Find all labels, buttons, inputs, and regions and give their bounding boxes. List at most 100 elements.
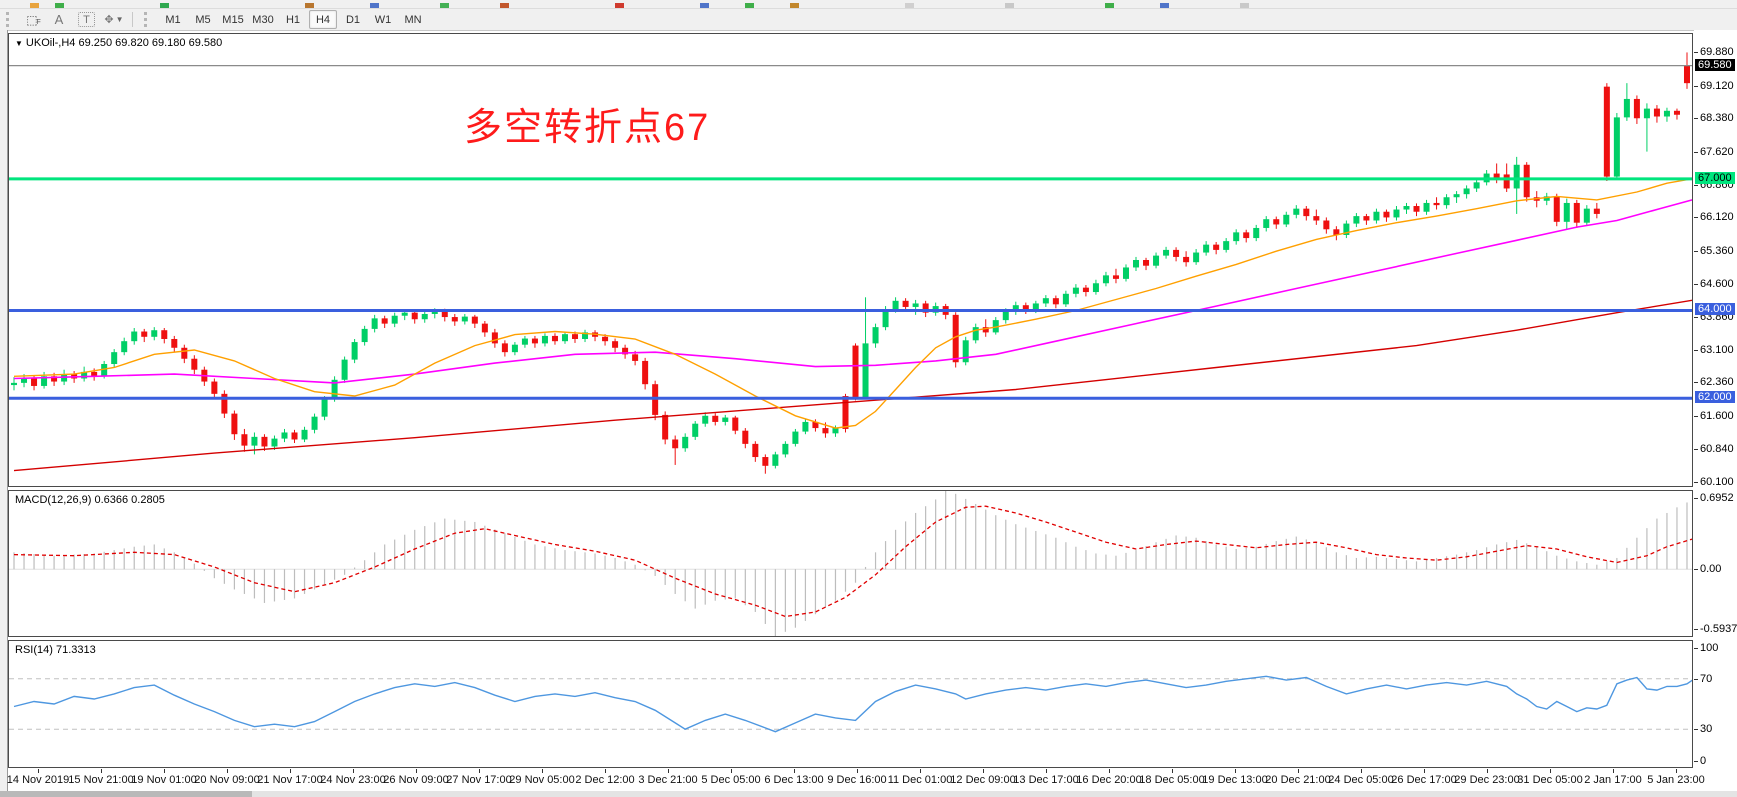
- time-label: 2 Jan 17:00: [1584, 774, 1642, 786]
- time-tick: [1676, 769, 1677, 773]
- axis-tick: [1694, 317, 1698, 318]
- price-tick-label: 61.600: [1700, 410, 1734, 422]
- time-tick: [731, 769, 732, 773]
- macd-chart-surface[interactable]: [9, 491, 1692, 636]
- toolbar-grip[interactable]: [6, 12, 16, 27]
- clipped-icon: [30, 3, 39, 8]
- axis-tick: [1694, 284, 1698, 285]
- toolbar-grip[interactable]: [144, 12, 154, 27]
- time-axis[interactable]: 14 Nov 201915 Nov 21:0019 Nov 01:0020 No…: [8, 769, 1693, 790]
- timeframe-button-h1[interactable]: H1: [279, 10, 307, 29]
- symbol-dropdown-icon[interactable]: ▼: [15, 39, 23, 48]
- axis-tick: [1694, 498, 1698, 499]
- time-label: 13 Dec 17:00: [1013, 774, 1078, 786]
- time-tick: [1109, 769, 1110, 773]
- clipped-icon: [55, 3, 64, 8]
- toolbar-separator: [132, 12, 133, 27]
- clipped-icon: [700, 3, 709, 8]
- rsi-tick-label: 0: [1700, 755, 1706, 767]
- axis-tick: [1694, 648, 1698, 649]
- price-tick-label: 62.360: [1700, 376, 1734, 388]
- timeframe-button-h4[interactable]: H4: [309, 10, 337, 29]
- timeframe-button-m5[interactable]: M5: [189, 10, 217, 29]
- rsi-panel[interactable]: RSI(14) 71.3313: [8, 640, 1693, 768]
- rsi-tick-label: 70: [1700, 673, 1712, 685]
- timeframe-button-m15[interactable]: M15: [219, 10, 247, 29]
- price-tick-label: 69.120: [1700, 80, 1734, 92]
- time-label: 31 Dec 05:00: [1517, 774, 1582, 786]
- time-label: 5 Jan 23:00: [1647, 774, 1705, 786]
- axis-tick: [1694, 569, 1698, 570]
- timeframe-button-d1[interactable]: D1: [339, 10, 367, 29]
- time-tick: [38, 769, 39, 773]
- time-tick: [542, 769, 543, 773]
- axis-tick: [1694, 761, 1698, 762]
- time-tick: [353, 769, 354, 773]
- price-tick-label: 60.840: [1700, 443, 1734, 455]
- timeframe-button-mn[interactable]: MN: [399, 10, 427, 29]
- time-label: 2 Dec 12:00: [575, 774, 634, 786]
- time-tick: [1235, 769, 1236, 773]
- time-tick: [920, 769, 921, 773]
- chart-annotation: 多空转折点67: [464, 96, 710, 151]
- scrollbar-thumb[interactable]: [0, 791, 252, 797]
- left-gutter[interactable]: [0, 30, 8, 797]
- text-box-icon[interactable]: T: [78, 12, 95, 27]
- clipped-icon: [1240, 3, 1249, 8]
- axis-tick: [1694, 416, 1698, 417]
- clipped-icon: [790, 3, 799, 8]
- timeframe-button-m30[interactable]: M30: [249, 10, 277, 29]
- axis-tick: [1694, 251, 1698, 252]
- time-label: 29 Dec 23:00: [1454, 774, 1519, 786]
- time-tick: [479, 769, 480, 773]
- time-label: 27 Nov 17:00: [446, 774, 511, 786]
- clipped-icon: [305, 3, 314, 8]
- time-label: 29 Nov 05:00: [509, 774, 574, 786]
- horizontal-scrollbar[interactable]: [0, 791, 1737, 797]
- axis-tick: [1694, 382, 1698, 383]
- axis-tick: [1694, 729, 1698, 730]
- cursor-grid-icon[interactable]: ⬚F: [21, 10, 45, 29]
- candlestick-chart-surface[interactable]: [9, 34, 1692, 486]
- time-label: 21 Nov 17:00: [257, 774, 322, 786]
- timeframe-button-w1[interactable]: W1: [369, 10, 397, 29]
- time-tick: [101, 769, 102, 773]
- time-label: 12 Dec 09:00: [950, 774, 1015, 786]
- main-chart-panel[interactable]: ▼UKOil-,H4 69.250 69.820 69.180 69.580 多…: [8, 33, 1693, 487]
- level-price-box: 64.000: [1695, 303, 1735, 315]
- chart-title-text: UKOil-,H4 69.250 69.820 69.180 69.580: [26, 37, 222, 49]
- time-label: 26 Dec 17:00: [1391, 774, 1456, 786]
- axis-tick: [1694, 449, 1698, 450]
- time-tick: [1487, 769, 1488, 773]
- level-price-box: 62.000: [1695, 391, 1735, 403]
- axis-tick: [1694, 86, 1698, 87]
- arrow-style-icon[interactable]: ✥▼: [102, 10, 126, 29]
- clipped-icon: [440, 3, 449, 8]
- chevron-down-icon[interactable]: ▼: [116, 15, 124, 24]
- price-tick-label: 64.600: [1700, 278, 1734, 290]
- clipped-icon: [905, 3, 914, 8]
- time-label: 15 Nov 21:00: [68, 774, 133, 786]
- time-tick: [416, 769, 417, 773]
- clipped-icon: [160, 3, 169, 8]
- level-price-box: 67.000: [1695, 172, 1735, 184]
- time-label: 5 Dec 05:00: [701, 774, 760, 786]
- price-tick-label: 60.100: [1700, 476, 1734, 488]
- time-tick: [1613, 769, 1614, 773]
- axis-tick: [1694, 185, 1698, 186]
- time-label: 18 Dec 05:00: [1139, 774, 1204, 786]
- macd-panel[interactable]: MACD(12,26,9) 0.6366 0.2805: [8, 490, 1693, 637]
- price-tick-label: 68.380: [1700, 112, 1734, 124]
- time-label: 3 Dec 21:00: [638, 774, 697, 786]
- text-label-icon[interactable]: A: [47, 10, 71, 29]
- time-label: 24 Nov 23:00: [320, 774, 385, 786]
- time-label: 9 Dec 16:00: [827, 774, 886, 786]
- time-label: 20 Nov 09:00: [194, 774, 259, 786]
- price-axis[interactable]: 69.88069.12068.38067.62066.86066.12065.3…: [1694, 30, 1737, 790]
- rsi-chart-surface[interactable]: [9, 641, 1692, 767]
- time-tick: [1361, 769, 1362, 773]
- time-tick: [1046, 769, 1047, 773]
- axis-tick: [1694, 350, 1698, 351]
- timeframe-button-m1[interactable]: M1: [159, 10, 187, 29]
- time-tick: [1172, 769, 1173, 773]
